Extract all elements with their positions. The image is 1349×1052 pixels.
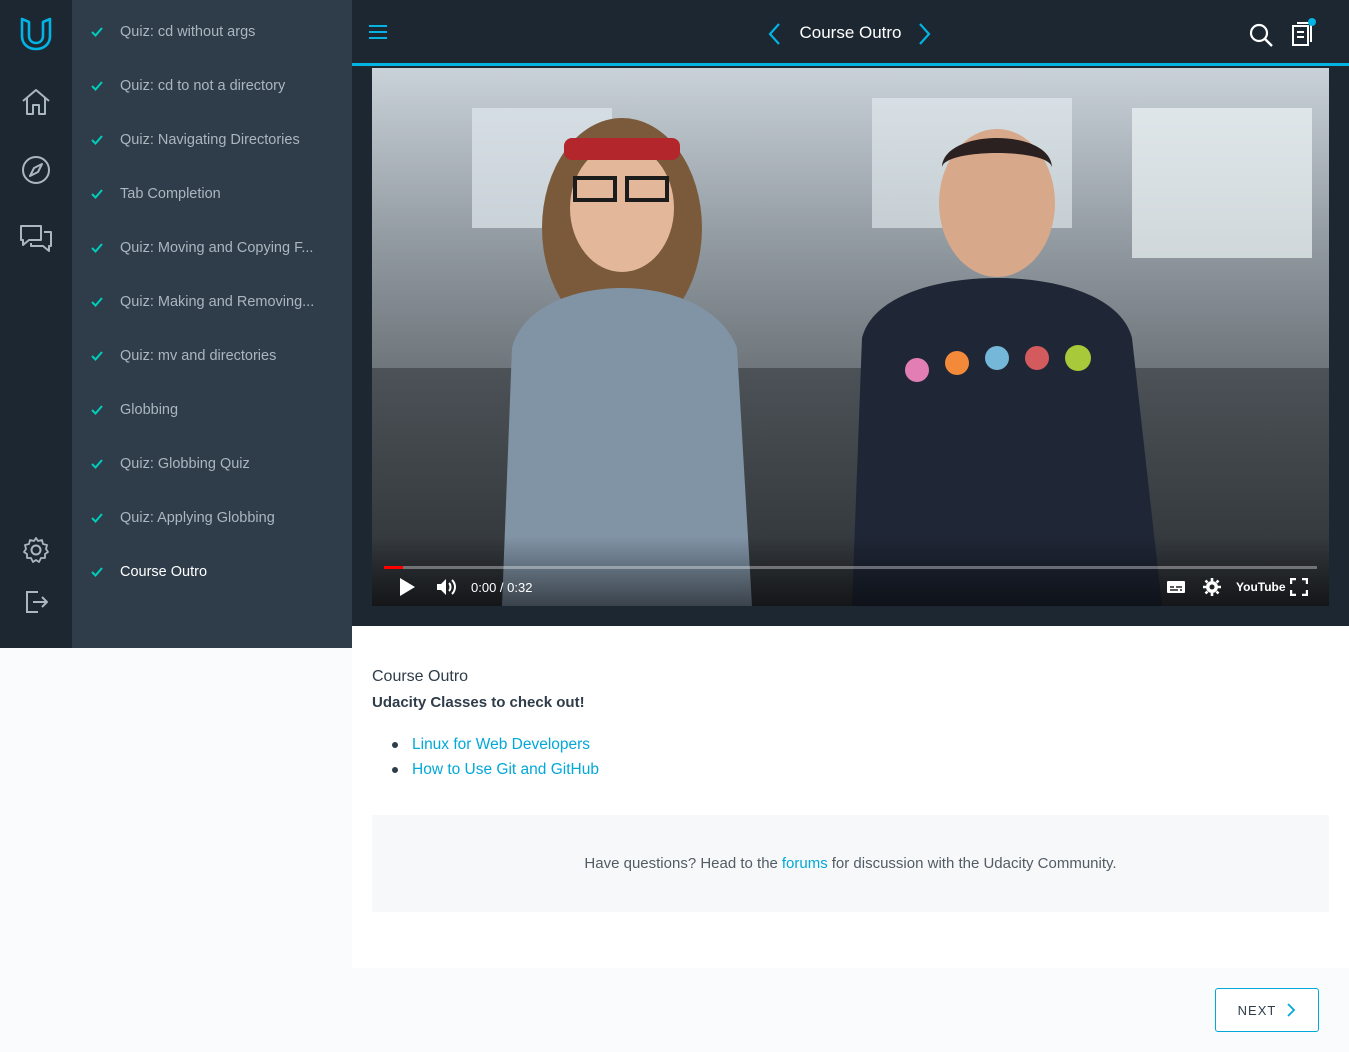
video-player[interactable]: 0:00 / 0:32 YouTube: [372, 68, 1329, 606]
lesson-sidebar: Quiz: cd without args Quiz: cd to not a …: [72, 0, 352, 648]
sidebar-item-label: Quiz: Globbing Quiz: [120, 456, 250, 472]
check-icon: [91, 135, 103, 145]
check-icon: [91, 459, 103, 469]
chevron-right-icon: [1287, 1003, 1296, 1017]
sidebar-item[interactable]: Quiz: Globbing Quiz: [72, 437, 352, 491]
next-button[interactable]: NEXT: [1215, 988, 1319, 1032]
footer: NEXT: [352, 968, 1349, 1052]
sidebar-item-active[interactable]: Course Outro: [72, 545, 352, 599]
icon-rail: [0, 0, 72, 648]
sidebar-item[interactable]: Quiz: cd without args: [72, 5, 352, 59]
chevron-right-icon[interactable]: [914, 21, 934, 47]
concept-content: Course Outro Udacity Classes to check ou…: [352, 626, 1349, 968]
captions-icon[interactable]: [1166, 576, 1186, 598]
check-icon: [91, 513, 103, 523]
check-icon: [91, 27, 103, 37]
sidebar-item-label: Quiz: cd without args: [120, 24, 256, 40]
sidebar-item[interactable]: Quiz: Moving and Copying F...: [72, 221, 352, 275]
sidebar-item[interactable]: Quiz: cd to not a directory: [72, 59, 352, 113]
course-link-git[interactable]: How to Use Git and GitHub: [392, 757, 599, 782]
top-bar: Course Outro: [352, 0, 1349, 66]
logout-icon[interactable]: [18, 584, 54, 620]
check-icon: [91, 405, 103, 415]
sidebar-item-label: Quiz: mv and directories: [120, 348, 277, 364]
check-icon: [91, 243, 103, 253]
forum-text-before: Have questions? Head to the: [584, 855, 778, 872]
course-link-linux[interactable]: Linux for Web Developers: [392, 732, 599, 757]
sidebar-item[interactable]: Quiz: Making and Removing...: [72, 275, 352, 329]
youtube-icon[interactable]: YouTube: [1236, 576, 1286, 598]
link-list: Linux for Web Developers How to Use Git …: [392, 732, 599, 782]
sidebar-item[interactable]: Quiz: Applying Globbing: [72, 491, 352, 545]
compass-icon[interactable]: [18, 152, 54, 188]
check-icon: [91, 297, 103, 307]
forum-callout: Have questions? Head to the forums for d…: [372, 815, 1329, 912]
concept-title: Course Outro: [372, 668, 469, 685]
sidebar-item[interactable]: Quiz: Navigating Directories: [72, 113, 352, 167]
sidebar-item[interactable]: Quiz: mv and directories: [72, 329, 352, 383]
concept-subheading: Udacity Classes to check out!: [372, 694, 585, 711]
video-settings-icon[interactable]: [1202, 576, 1222, 598]
udacity-logo-icon[interactable]: [18, 16, 54, 52]
settings-icon[interactable]: [18, 532, 54, 568]
chat-icon[interactable]: [18, 220, 54, 256]
search-icon[interactable]: [1248, 22, 1274, 48]
sidebar-item-label: Quiz: Moving and Copying F...: [120, 240, 314, 256]
page-background: [0, 648, 352, 1052]
sidebar-item[interactable]: Tab Completion: [72, 167, 352, 221]
sidebar-item-label: Quiz: Applying Globbing: [120, 510, 275, 526]
sidebar-item-label: Globbing: [120, 402, 179, 418]
check-icon: [91, 351, 103, 361]
sidebar-item-label: Course Outro: [120, 564, 208, 580]
video-progress-bar[interactable]: [384, 566, 1317, 569]
check-icon: [91, 567, 103, 577]
sidebar-item-label: Quiz: Making and Removing...: [120, 294, 315, 310]
sidebar-item[interactable]: Globbing: [72, 383, 352, 437]
video-frame: [372, 68, 1329, 606]
forum-text-after: for discussion with the Udacity Communit…: [831, 855, 1117, 872]
youtube-label: YouTube: [1236, 580, 1286, 594]
next-button-label: NEXT: [1237, 1002, 1277, 1018]
home-icon[interactable]: [18, 84, 54, 120]
video-stage: 0:00 / 0:32 YouTube: [352, 66, 1349, 626]
sidebar-item-label: Quiz: Navigating Directories: [120, 132, 300, 148]
check-icon: [91, 189, 103, 199]
notes-icon[interactable]: [1290, 18, 1316, 48]
fullscreen-icon[interactable]: [1290, 576, 1308, 598]
video-progress-fill: [384, 566, 403, 569]
forums-link[interactable]: forums: [782, 855, 828, 872]
video-time: 0:00 / 0:32: [471, 579, 533, 595]
sidebar-item-label: Tab Completion: [120, 186, 221, 202]
sidebar-item-label: Quiz: cd to not a directory: [120, 78, 286, 94]
play-icon[interactable]: [398, 576, 416, 598]
page-title: Course Outro: [799, 23, 902, 42]
check-icon: [91, 81, 103, 91]
volume-icon[interactable]: [436, 576, 458, 598]
